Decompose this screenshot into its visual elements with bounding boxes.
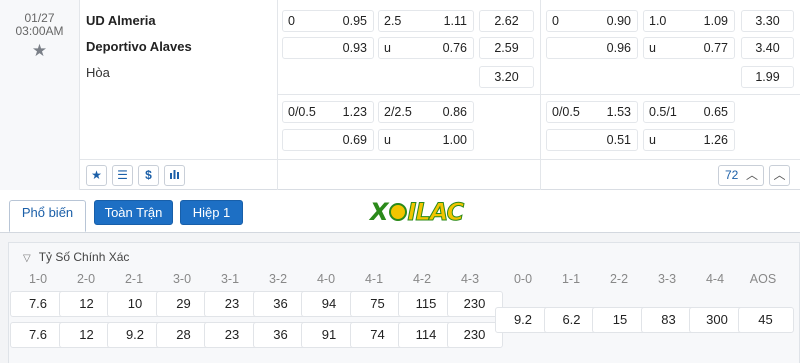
score-home-odds[interactable]: 10 [107,291,163,317]
score-header: 4-3 [460,272,480,286]
ah-half-cell[interactable]: 0.96 [546,37,638,59]
1x2-cell[interactable]: 3.20 [479,66,534,88]
xoilac-logo: X ILAC [370,198,465,227]
correct-score-panel: ▽ Tỷ Số Chính Xác 1-0 2-0 2-1 3-0 3-1 3-2 4-0 4-… [0,232,800,363]
chevron-down-icon: ▽ [23,253,31,264]
match-time: 03:00AM [15,24,64,38]
score-home-odds[interactable]: 23 [204,291,260,317]
more-markets-button[interactable]: 72 ︿ [718,165,764,186]
ah-cell[interactable]: 0.69 [282,129,374,151]
1x2-half-cell[interactable]: 1.99 [741,66,794,88]
score-away-odds[interactable]: 23 [204,322,260,348]
ah-cell[interactable]: 0/0.5 1.23 [282,101,374,123]
1x2-cell[interactable]: 2.62 [479,10,534,32]
star-icon[interactable]: ★ [86,165,107,186]
chevron-up-icon: ︿ [745,168,758,182]
row-divider [278,94,800,95]
bar-chart-icon[interactable] [164,165,185,186]
ou-cell[interactable]: 2.5 1.11 [378,10,474,32]
home-team[interactable]: UD Almeria [86,13,156,28]
score-header: AOS [749,272,777,286]
ah-cell[interactable]: 0.93 [282,37,374,59]
list-icon[interactable]: ☰ [112,165,133,186]
ah-half-cell[interactable]: 0/0.5 1.53 [546,101,638,123]
ou-half-cell[interactable]: 0.5/1 0.65 [643,101,735,123]
section-header[interactable]: ▽ Tỷ Số Chính Xác [23,250,129,264]
section-title: Tỷ Số Chính Xác [38,250,130,264]
dollar-icon[interactable]: $ [138,165,159,186]
score-draw-odds[interactable]: 45 [737,307,794,333]
match-row: 01/27 03:00AM ★ UD Almeria Deportivo Ala… [0,0,800,190]
ou-cell[interactable]: u 1.00 [378,129,474,151]
1x2-half-cell[interactable]: 3.30 [741,10,794,32]
ah-cell[interactable]: 0 0.95 [282,10,374,32]
ah-half-cell[interactable]: 0.51 [546,129,638,151]
score-draw-odds[interactable]: 9.2 [495,307,551,333]
match-toolbar: ★ ☰ $ 72 ︿ ︿ [80,159,800,190]
tab-full-match[interactable]: Toàn Trận [94,200,173,225]
score-away-odds[interactable]: 7.6 [10,322,66,348]
1x2-cell[interactable]: 2.59 [479,37,534,59]
ou-half-cell[interactable]: u 1.26 [643,129,735,151]
match-datetime: 01/27 03:00AM ★ [0,0,80,190]
collapse-chevron-icon[interactable]: ︿ [769,165,790,186]
score-away-odds[interactable]: 9.2 [107,322,163,348]
away-team[interactable]: Deportivo Alaves [86,39,192,54]
score-draw-odds[interactable]: 300 [689,307,745,333]
ou-half-cell[interactable]: 1.0 1.09 [643,10,735,32]
favorite-star-icon[interactable]: ★ [0,41,79,61]
1x2-half-cell[interactable]: 3.40 [741,37,794,59]
ah-half-cell[interactable]: 0 0.90 [546,10,638,32]
score-draw-odds[interactable]: 15 [592,307,648,333]
soccer-ball-icon [388,203,407,221]
score-home-odds[interactable]: 115 [398,291,454,317]
tab-half[interactable]: Hiệp 1 [180,200,243,225]
score-home-odds[interactable]: 94 [301,291,357,317]
tab-popular[interactable]: Phổ biến [9,200,86,232]
draw-label: Hòa [86,65,110,80]
ou-half-cell[interactable]: u 0.77 [643,37,735,59]
ou-cell[interactable]: 2/2.5 0.86 [378,101,474,123]
score-away-odds[interactable]: 91 [301,322,357,348]
ou-cell[interactable]: u 0.76 [378,37,474,59]
score-away-odds[interactable]: 114 [398,322,454,348]
score-home-odds[interactable]: 7.6 [10,291,66,317]
